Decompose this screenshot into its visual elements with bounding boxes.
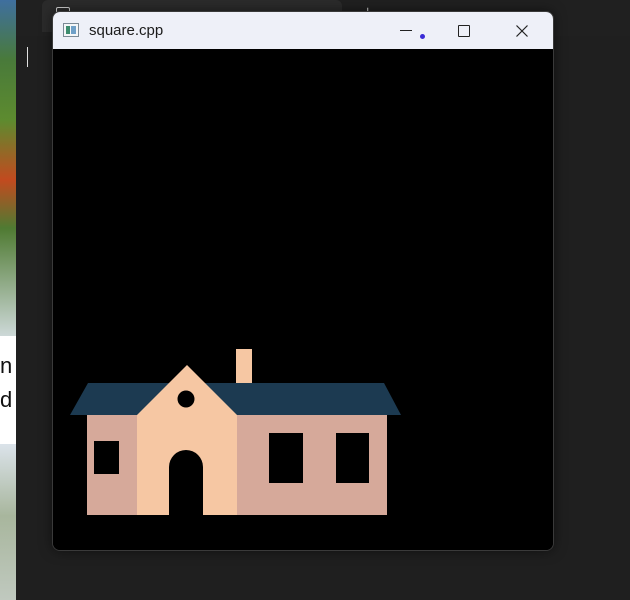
close-button[interactable] — [493, 12, 551, 49]
minimize-icon — [400, 30, 412, 31]
window-left — [94, 441, 119, 474]
door — [169, 450, 203, 515]
maximize-icon — [458, 24, 470, 37]
background-card-text-1: n — [0, 353, 13, 378]
window-title: square.cpp — [89, 22, 164, 39]
background-card-text-2: d — [0, 387, 13, 412]
chimney — [236, 349, 252, 384]
maximize-button[interactable] — [435, 12, 493, 49]
minimize-button[interactable] — [377, 12, 435, 49]
attic-window — [177, 390, 195, 408]
background-card: n d — [0, 336, 16, 444]
cursor-dot — [420, 34, 425, 39]
app-window: square.cpp — [52, 11, 554, 551]
window-right-2 — [336, 433, 369, 483]
house-drawing — [70, 349, 401, 515]
window-right-1 — [269, 433, 303, 483]
title-bar[interactable]: square.cpp — [53, 12, 553, 49]
app-icon — [63, 23, 79, 37]
desktop-background — [0, 0, 16, 600]
text-cursor — [27, 47, 28, 67]
close-icon — [516, 24, 528, 37]
roof — [70, 383, 401, 415]
drawing-canvas[interactable] — [53, 49, 553, 550]
